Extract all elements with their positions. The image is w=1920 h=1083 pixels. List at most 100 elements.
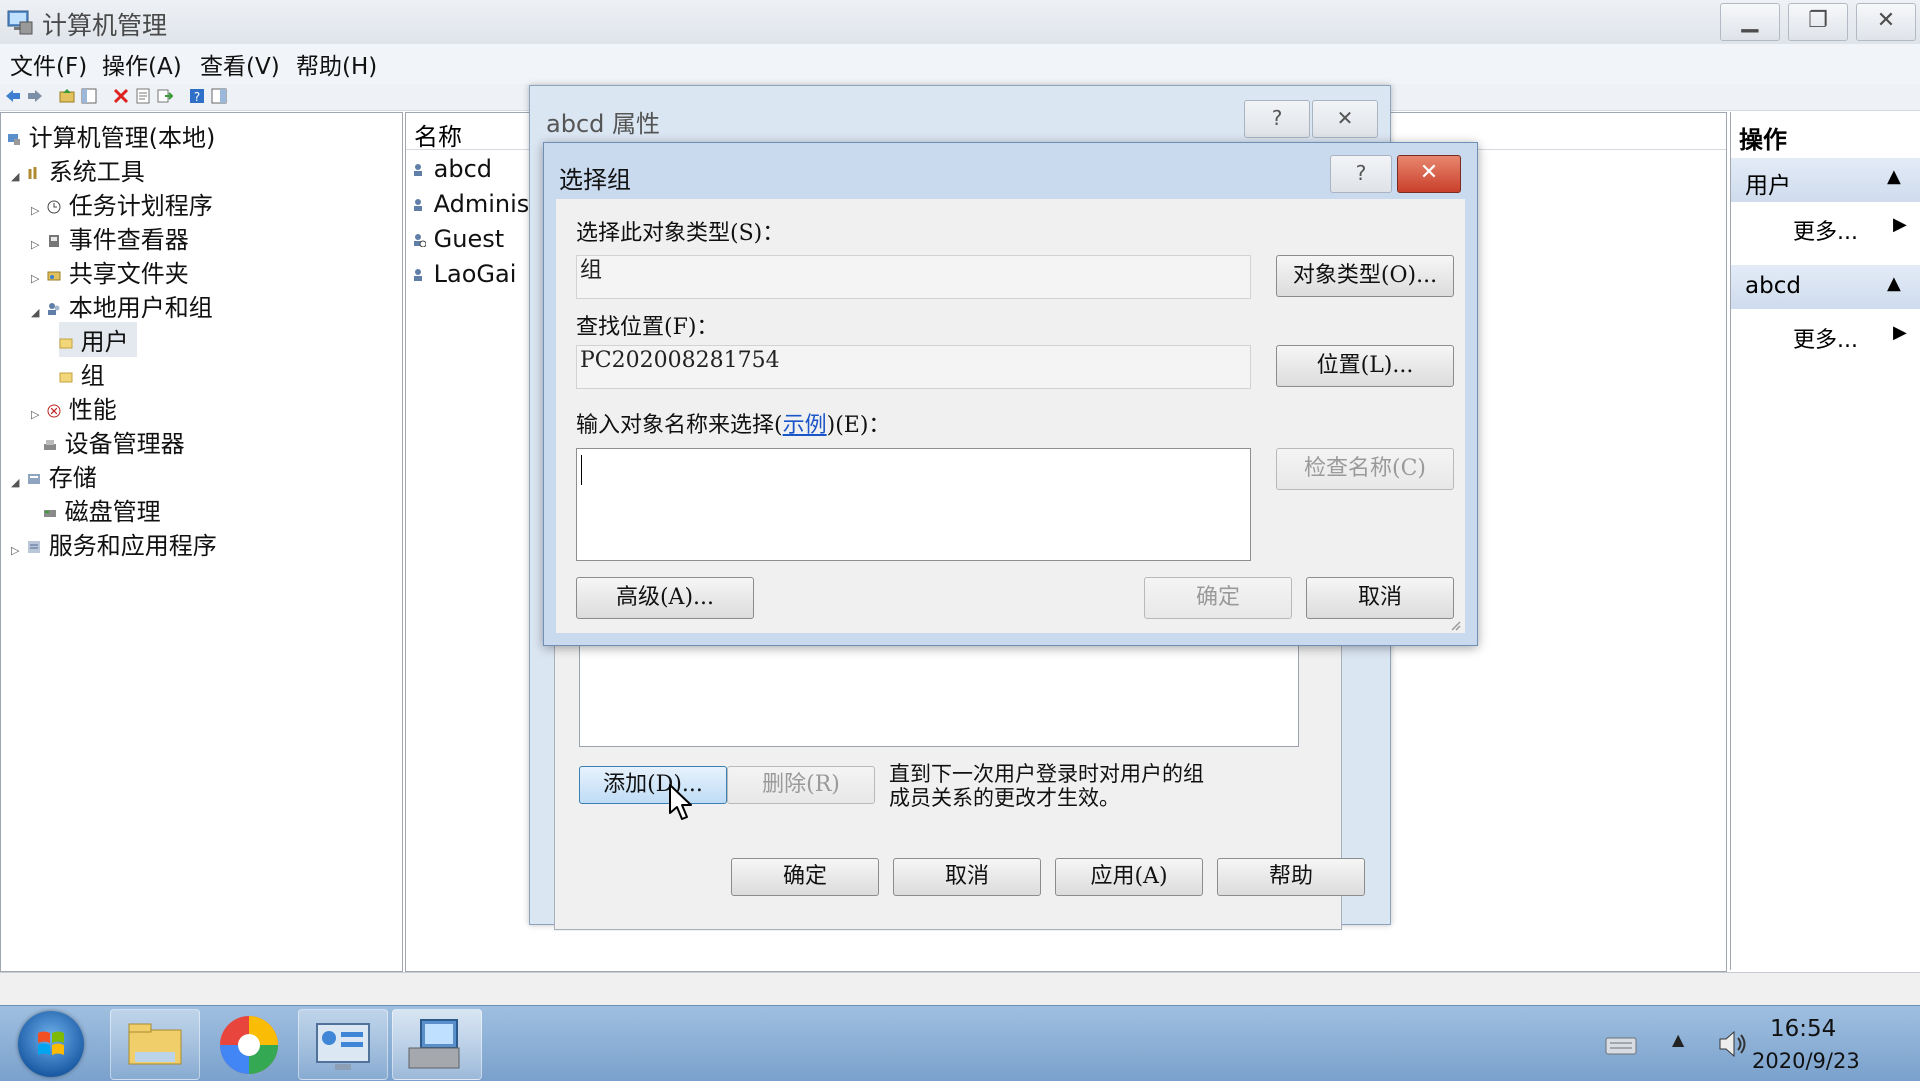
actions-more-abcd[interactable]: 更多...: [1793, 322, 1858, 354]
dialog-close-button[interactable]: ✕: [1312, 100, 1378, 138]
clock-date[interactable]: 2020/9/23: [1752, 1049, 1860, 1073]
minimize-icon: ▁: [1741, 8, 1759, 33]
cancel-button[interactable]: 取消: [1306, 577, 1454, 619]
menu-action[interactable]: 操作(A): [102, 47, 182, 81]
ok-button[interactable]: 确定: [1144, 577, 1292, 619]
apply-button[interactable]: 应用(A): [1055, 858, 1203, 896]
list-item[interactable]: Guest: [412, 225, 504, 253]
tree-item-shared-folders[interactable]: ▷ 共享文件夹: [31, 254, 189, 289]
taskbar-explorer[interactable]: [110, 1009, 200, 1080]
actions-section-abcd[interactable]: abcd ▲: [1731, 265, 1920, 309]
delete-icon[interactable]: [112, 87, 130, 105]
actions-section-users[interactable]: 用户 ▲: [1731, 158, 1920, 202]
expanded-arrow-icon[interactable]: ◢: [31, 306, 39, 319]
collapsed-arrow-icon[interactable]: ▷: [11, 544, 19, 557]
collapse-arrow-icon[interactable]: ▲: [1887, 166, 1901, 187]
tree-item-task-scheduler[interactable]: ▷ 任务计划程序: [31, 186, 213, 221]
menu-view[interactable]: 查看(V): [200, 47, 280, 81]
tree-item-root[interactable]: 计算机管理(本地): [7, 118, 215, 153]
dialog-help-button[interactable]: ?: [1244, 100, 1310, 138]
user-icon: [414, 199, 422, 211]
user-icon: [414, 269, 422, 281]
add-group-button[interactable]: 添加(D)...: [579, 766, 727, 804]
cancel-button[interactable]: 取消: [893, 858, 1041, 896]
disabled-user-icon: [414, 234, 427, 248]
tree-item-groups[interactable]: 组: [59, 356, 105, 391]
expanded-arrow-icon[interactable]: ◢: [11, 170, 19, 183]
close-icon: ✕: [1876, 8, 1896, 33]
help-button[interactable]: 帮助: [1217, 858, 1365, 896]
collapsed-arrow-icon[interactable]: ▷: [31, 408, 39, 421]
tree-item-services-apps[interactable]: ▷ 服务和应用程序: [11, 526, 217, 561]
dialog-help-button[interactable]: ?: [1330, 155, 1392, 193]
back-arrow-icon[interactable]: [4, 87, 22, 105]
dialog-title: abcd 属性: [546, 110, 660, 138]
control-panel-icon: [316, 1023, 370, 1070]
column-header-name[interactable]: 名称: [414, 117, 462, 152]
examples-link[interactable]: 示例: [783, 413, 827, 438]
tree-item-event-viewer[interactable]: ▷ 事件查看器: [31, 220, 189, 255]
shared-folder-icon: [47, 271, 61, 281]
tools-icon: [28, 167, 37, 179]
show-hide-tree-icon[interactable]: [80, 87, 98, 105]
resize-grip-icon[interactable]: [1449, 619, 1461, 631]
collapsed-arrow-icon[interactable]: ▷: [31, 272, 39, 285]
ok-button[interactable]: 确定: [731, 858, 879, 896]
restore-button[interactable]: ❐: [1788, 3, 1848, 41]
show-hidden-icons-icon[interactable]: ▲: [1672, 1030, 1684, 1049]
collapsed-arrow-icon[interactable]: ▷: [31, 204, 39, 217]
tree-item-local-users-groups[interactable]: ◢ 本地用户和组: [31, 288, 213, 323]
restore-icon: ❐: [1808, 8, 1828, 33]
tree-item-label: 设备管理器: [64, 430, 185, 458]
member-of-list[interactable]: [579, 643, 1299, 747]
tree-item-performance[interactable]: ▷ 性能: [31, 390, 117, 425]
check-names-button[interactable]: 检查名称(C): [1276, 448, 1454, 490]
locations-button[interactable]: 位置(L)...: [1276, 345, 1454, 387]
tree-item-disk-management[interactable]: 磁盘管理: [43, 492, 161, 527]
list-item[interactable]: abcd: [412, 155, 492, 183]
list-item[interactable]: LaoGai: [412, 260, 516, 288]
advanced-button[interactable]: 高级(A)...: [576, 577, 754, 619]
help-icon[interactable]: ?: [188, 87, 206, 105]
forward-arrow-icon[interactable]: [26, 87, 44, 105]
event-viewer-icon: [49, 235, 60, 247]
export-list-icon[interactable]: [156, 87, 174, 105]
properties-icon[interactable]: [134, 87, 152, 105]
actions-section-label: 用户: [1745, 173, 1791, 199]
windows-logo-icon: [38, 1031, 64, 1055]
menu-file[interactable]: 文件(F): [10, 47, 87, 81]
actions-more-users[interactable]: 更多...: [1793, 214, 1858, 246]
taskbar-browser[interactable]: [204, 1009, 294, 1080]
up-folder-icon[interactable]: [58, 87, 76, 105]
remove-group-button[interactable]: 删除(R): [727, 766, 875, 804]
taskbar-computer-management[interactable]: [392, 1009, 482, 1080]
action-pane-icon[interactable]: [210, 87, 228, 105]
disk-icon: [44, 510, 56, 517]
object-type-label: 选择此对象类型(S)：: [576, 221, 785, 246]
collapse-arrow-icon[interactable]: ▲: [1887, 273, 1901, 294]
enter-names-label-suffix: )(E)：: [826, 413, 891, 438]
close-button[interactable]: ✕: [1856, 3, 1916, 41]
minimize-button[interactable]: ▁: [1720, 3, 1780, 41]
collapsed-arrow-icon[interactable]: ▷: [31, 238, 39, 251]
list-item-label: Administ: [433, 190, 539, 218]
list-item[interactable]: Administ: [412, 190, 539, 218]
tree-item-device-manager[interactable]: 设备管理器: [43, 424, 185, 459]
navigation-tree: 计算机管理(本地) ◢ 系统工具 ▷ 任务计划程序 ▷ 事件查看器 ▷ 共享文件…: [0, 112, 403, 972]
dialog-close-button[interactable]: ✕: [1397, 155, 1461, 193]
volume-icon[interactable]: [1716, 1028, 1750, 1060]
tree-item-label: 存储: [48, 464, 97, 492]
clock-time[interactable]: 16:54: [1770, 1016, 1836, 1042]
dialog-body: 选择此对象类型(S)： 组 对象类型(O)... 查找位置(F)： PC2020…: [556, 199, 1465, 633]
close-icon: ✕: [1419, 160, 1439, 185]
object-types-button[interactable]: 对象类型(O)...: [1276, 255, 1454, 297]
object-names-input[interactable]: [576, 448, 1251, 561]
tree-item-storage[interactable]: ◢ 存储: [11, 458, 97, 493]
menu-help[interactable]: 帮助(H): [296, 47, 377, 81]
tree-item-users[interactable]: 用户: [59, 322, 137, 357]
taskbar-control-panel[interactable]: [298, 1009, 388, 1080]
expanded-arrow-icon[interactable]: ◢: [11, 476, 19, 489]
keyboard-icon[interactable]: [1604, 1030, 1638, 1058]
tree-item-system-tools[interactable]: ◢ 系统工具: [11, 152, 145, 187]
start-button[interactable]: [18, 1011, 84, 1077]
